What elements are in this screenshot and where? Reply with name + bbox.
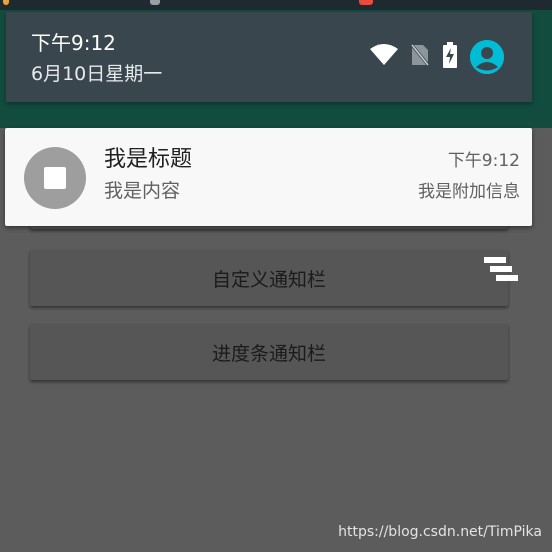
stop-icon — [24, 147, 86, 209]
date-label[interactable]: 6月10日星期一 — [31, 62, 162, 86]
status-bar — [0, 0, 552, 10]
notification-content: 我是内容 — [104, 180, 181, 202]
notification-title: 我是标题 — [104, 147, 193, 172]
custom-notification-button[interactable]: 自定义通知栏 — [30, 250, 508, 306]
clock-time: 下午9:12 — [31, 31, 116, 55]
wifi-icon[interactable] — [370, 44, 398, 70]
account-icon[interactable] — [470, 40, 504, 74]
button-label: 进度条通知栏 — [211, 342, 326, 365]
no-sim-icon — [409, 43, 431, 71]
quick-settings-header: 下午9:12 6月10日星期一 — [6, 12, 532, 102]
notification-sub-info: 我是附加信息 — [418, 182, 520, 202]
status-icons — [370, 40, 504, 74]
notification-card[interactable]: 我是标题 我是内容 下午9:12 我是附加信息 — [5, 128, 532, 226]
watermark: https://blog.csdn.net/TimPika — [338, 524, 542, 540]
notification-time: 下午9:12 — [447, 151, 520, 171]
status-notification-icon — [3, 0, 9, 5]
progress-notification-button[interactable]: 进度条通知栏 — [30, 324, 508, 380]
status-notification-icon — [150, 0, 160, 5]
button-label: 自定义通知栏 — [211, 268, 326, 291]
battery-charging-icon — [442, 42, 458, 72]
status-notification-icon — [359, 0, 373, 5]
overflow-handle-icon[interactable] — [482, 257, 520, 283]
